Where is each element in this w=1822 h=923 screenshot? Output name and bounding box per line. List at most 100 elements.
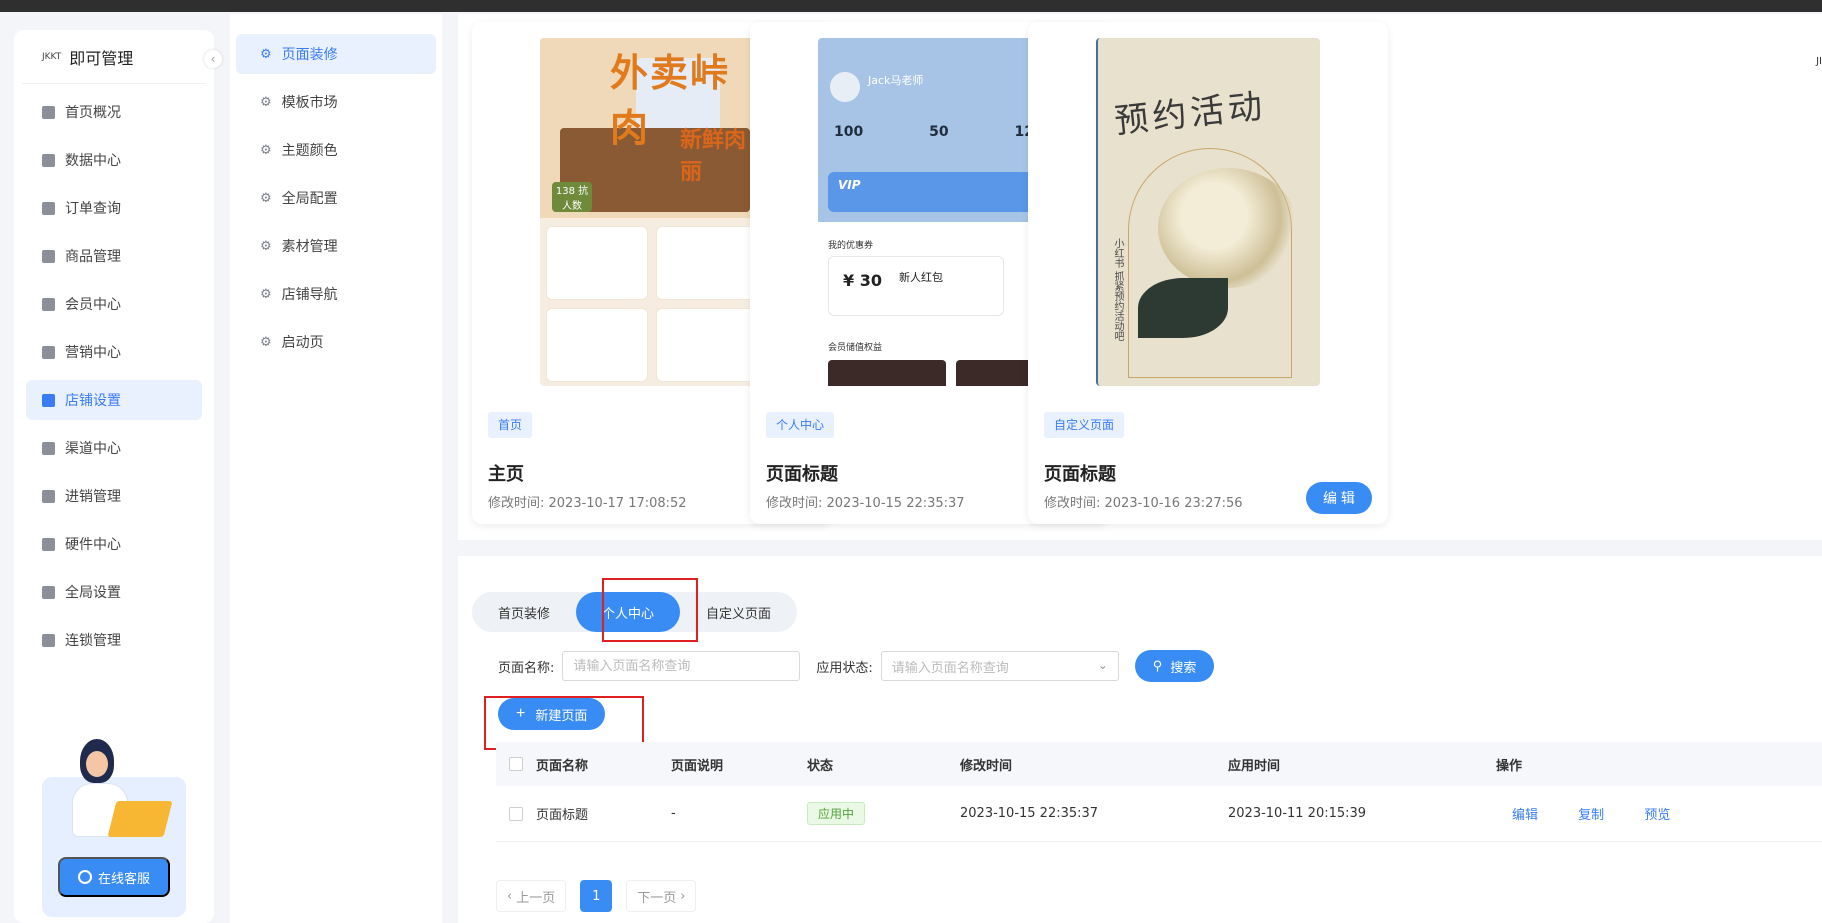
row-checkbox[interactable] [509, 806, 523, 821]
status-select[interactable]: 请输入页面名称查询 ⌄ [880, 651, 1119, 681]
subnav-item-template-market[interactable]: ⚙ 模板市场 [236, 82, 436, 122]
preview-link[interactable]: 预览 [1644, 808, 1670, 823]
sidebar-item-overview[interactable]: 首页概况 [26, 92, 202, 132]
sidebar-item-chain[interactable]: 连锁管理 [26, 620, 202, 660]
online-service-button[interactable]: 在线客服 [58, 857, 170, 897]
sidebar-item-orders[interactable]: 订单查询 [26, 188, 202, 228]
next-page-button[interactable]: 下一页 › [626, 880, 697, 912]
copy-link[interactable]: 复制 [1578, 808, 1604, 823]
bar-chart-icon [42, 153, 55, 167]
gear-icon [42, 585, 55, 599]
gear-icon: ⚙ [260, 286, 272, 302]
subnav-item-global-config[interactable]: ⚙ 全局配置 [236, 178, 436, 218]
flower-icon [546, 308, 648, 382]
sidebar-item-members[interactable]: 会员中心 [26, 284, 202, 324]
crown-icon [42, 297, 55, 311]
hardware-icon [42, 537, 55, 551]
corner-mark: JI [1816, 56, 1822, 67]
support-illustration: 在线客服 [42, 739, 186, 917]
highlight-box-tab [602, 578, 698, 642]
store-icon [42, 393, 55, 407]
vip-banner: VIP [828, 172, 1032, 212]
page-list-panel: 首页装修 个人中心 自定义页面 页面名称: 应用状态: 请输入页面名称查询 ⌄ … [458, 556, 1822, 923]
edit-button[interactable]: 编 辑 [1306, 482, 1372, 514]
inventory-icon [42, 489, 55, 503]
status-label: 应用状态: [816, 660, 873, 676]
gear-icon: ⚙ [260, 334, 272, 350]
delivery-icon [546, 226, 648, 300]
page-thumbnail[interactable]: Jack马老师 100 50 12 VIP 我的优惠券 ¥ 30 新人红包 会员… [818, 38, 1042, 386]
gear-icon: ⚙ [260, 142, 272, 158]
sidebar-item-products[interactable]: 商品管理 [26, 236, 202, 276]
page-card-custom: 预约活动 小红书 抓紧预约活动吧 自定义页面 页面标题 修改时间: 2023-1… [1028, 22, 1388, 524]
collapse-sidebar-icon[interactable]: ‹ [204, 50, 222, 68]
page-card-mtime: 修改时间: 2023-10-16 23:27:56 [1044, 496, 1243, 511]
page-card-mtime: 修改时间: 2023-10-17 17:08:52 [488, 496, 687, 511]
thumb-headline: 预约活动 [1112, 86, 1269, 142]
chevron-down-icon: ⌄ [1097, 658, 1108, 672]
pagination: ‹ 上一页 1 下一页 › [496, 880, 710, 912]
bouquet-icon [656, 308, 758, 382]
main-sidebar: JKKT 即可管理 ‹ 首页概况 数据中心 订单查询 商品管理 会员中心 营销中… [14, 30, 222, 923]
page-type-tag: 自定义页面 [1044, 412, 1125, 438]
logo-mark: JKKT [42, 51, 62, 62]
thumb-user-name: Jack马老师 [868, 74, 924, 87]
sidebar-item-hardware[interactable]: 硬件中心 [26, 524, 202, 564]
page-thumbnail[interactable]: 预约活动 小红书 抓紧预约活动吧 [1096, 38, 1320, 386]
gear-icon: ⚙ [260, 190, 272, 206]
leaf-image [1138, 278, 1228, 338]
page-card-title: 主页 [488, 464, 524, 485]
grid-icon [42, 105, 55, 119]
page-card-title: 页面标题 [1044, 464, 1116, 485]
subnav-item-launch-page[interactable]: ⚙ 启动页 [236, 322, 436, 362]
sidebar-item-global-settings[interactable]: 全局设置 [26, 572, 202, 612]
tab-home-decoration[interactable]: 首页装修 [472, 592, 576, 632]
thumb-badge: 138 抗人数 [552, 182, 592, 212]
sidebar-item-channels[interactable]: 渠道中心 [26, 428, 202, 468]
page-thumbnail[interactable]: 外卖峠肉 新鲜肉丽 138 抗人数 [540, 38, 764, 386]
page-number-button[interactable]: 1 [580, 880, 613, 912]
chevron-right-icon: › [680, 888, 686, 904]
search-icon: ⚲ [1152, 658, 1163, 673]
bag-icon [42, 249, 55, 263]
page-card-mtime: 修改时间: 2023-10-15 22:35:37 [766, 496, 965, 511]
sidebar-item-store-settings[interactable]: 店铺设置 [26, 380, 202, 420]
hourglass-icon [42, 345, 55, 359]
brand-logo: JKKT 即可管理 [22, 30, 206, 84]
page-cards-panel: 外卖峠肉 新鲜肉丽 138 抗人数 首页 主页 修改时间: 2023-10-17… [458, 14, 1822, 540]
subnav-item-theme-color[interactable]: ⚙ 主题颜色 [236, 130, 436, 170]
sidebar-item-data[interactable]: 数据中心 [26, 140, 202, 180]
subnav-item-store-nav[interactable]: ⚙ 店铺导航 [236, 274, 436, 314]
thumb-stats: 100 50 12 [834, 124, 1034, 140]
edit-link[interactable]: 编辑 [1512, 808, 1538, 823]
calendar-icon [42, 201, 55, 215]
channel-icon [42, 441, 55, 455]
hydrangea-image [1158, 168, 1298, 288]
brand-name: 即可管理 [69, 48, 134, 68]
person-face [86, 751, 108, 777]
chevron-left-icon: ‹ [507, 888, 513, 904]
page-name-label: 页面名称: [498, 660, 555, 676]
subnav-item-materials[interactable]: ⚙ 素材管理 [236, 226, 436, 266]
main-menu: 首页概况 数据中心 订单查询 商品管理 会员中心 营销中心 店铺设置 渠道中心 … [14, 92, 214, 660]
table-header: 页面名称 页面说明 状态 修改时间 应用时间 操作 [496, 742, 1822, 786]
sidebar-item-marketing[interactable]: 营销中心 [26, 332, 202, 372]
gear-icon: ⚙ [260, 238, 272, 254]
chat-bubble-icon [77, 870, 92, 884]
shield-icon [42, 633, 55, 647]
page-type-tag: 首页 [488, 412, 533, 438]
coupon-card: ¥ 30 新人红包 [828, 256, 1004, 316]
search-button[interactable]: ⚲ 搜索 [1134, 650, 1215, 682]
sidebar-item-inventory[interactable]: 进销管理 [26, 476, 202, 516]
page-type-tag: 个人中心 [766, 412, 835, 438]
subnav-item-page-decoration[interactable]: ⚙ 页面装修 [236, 34, 436, 74]
gear-icon: ⚙ [260, 94, 272, 110]
thumb-vertical-text: 小红书 抓紧预约活动吧 [1112, 238, 1123, 342]
store-settings-subnav: ⚙ 页面装修 ⚙ 模板市场 ⚙ 主题颜色 ⚙ 全局配置 ⚙ 素材管理 ⚙ 店铺导航 ⚙ 启动页 [230, 14, 442, 923]
avatar [830, 72, 860, 102]
page-name-input[interactable] [562, 651, 801, 681]
coupon-section-title: 我的优惠券 [828, 241, 874, 251]
prev-page-button[interactable]: ‹ 上一页 [496, 880, 567, 912]
select-all-checkbox[interactable] [509, 757, 523, 771]
page-card-title: 页面标题 [766, 464, 838, 485]
